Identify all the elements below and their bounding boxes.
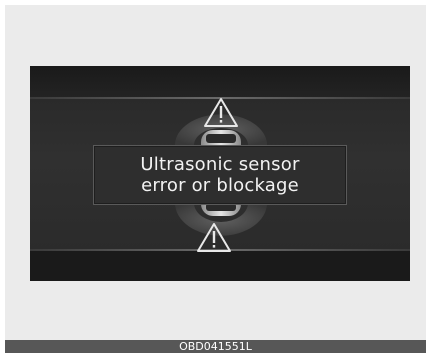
cluster-display: Ultrasonic sensor error or blockage	[30, 66, 410, 281]
warning-message-line1: Ultrasonic sensor	[140, 154, 300, 175]
warning-message-line2: error or blockage	[141, 175, 299, 196]
warning-message-box: Ultrasonic sensor error or blockage	[93, 145, 347, 205]
figure-code-label: OBD041551L	[5, 340, 426, 353]
